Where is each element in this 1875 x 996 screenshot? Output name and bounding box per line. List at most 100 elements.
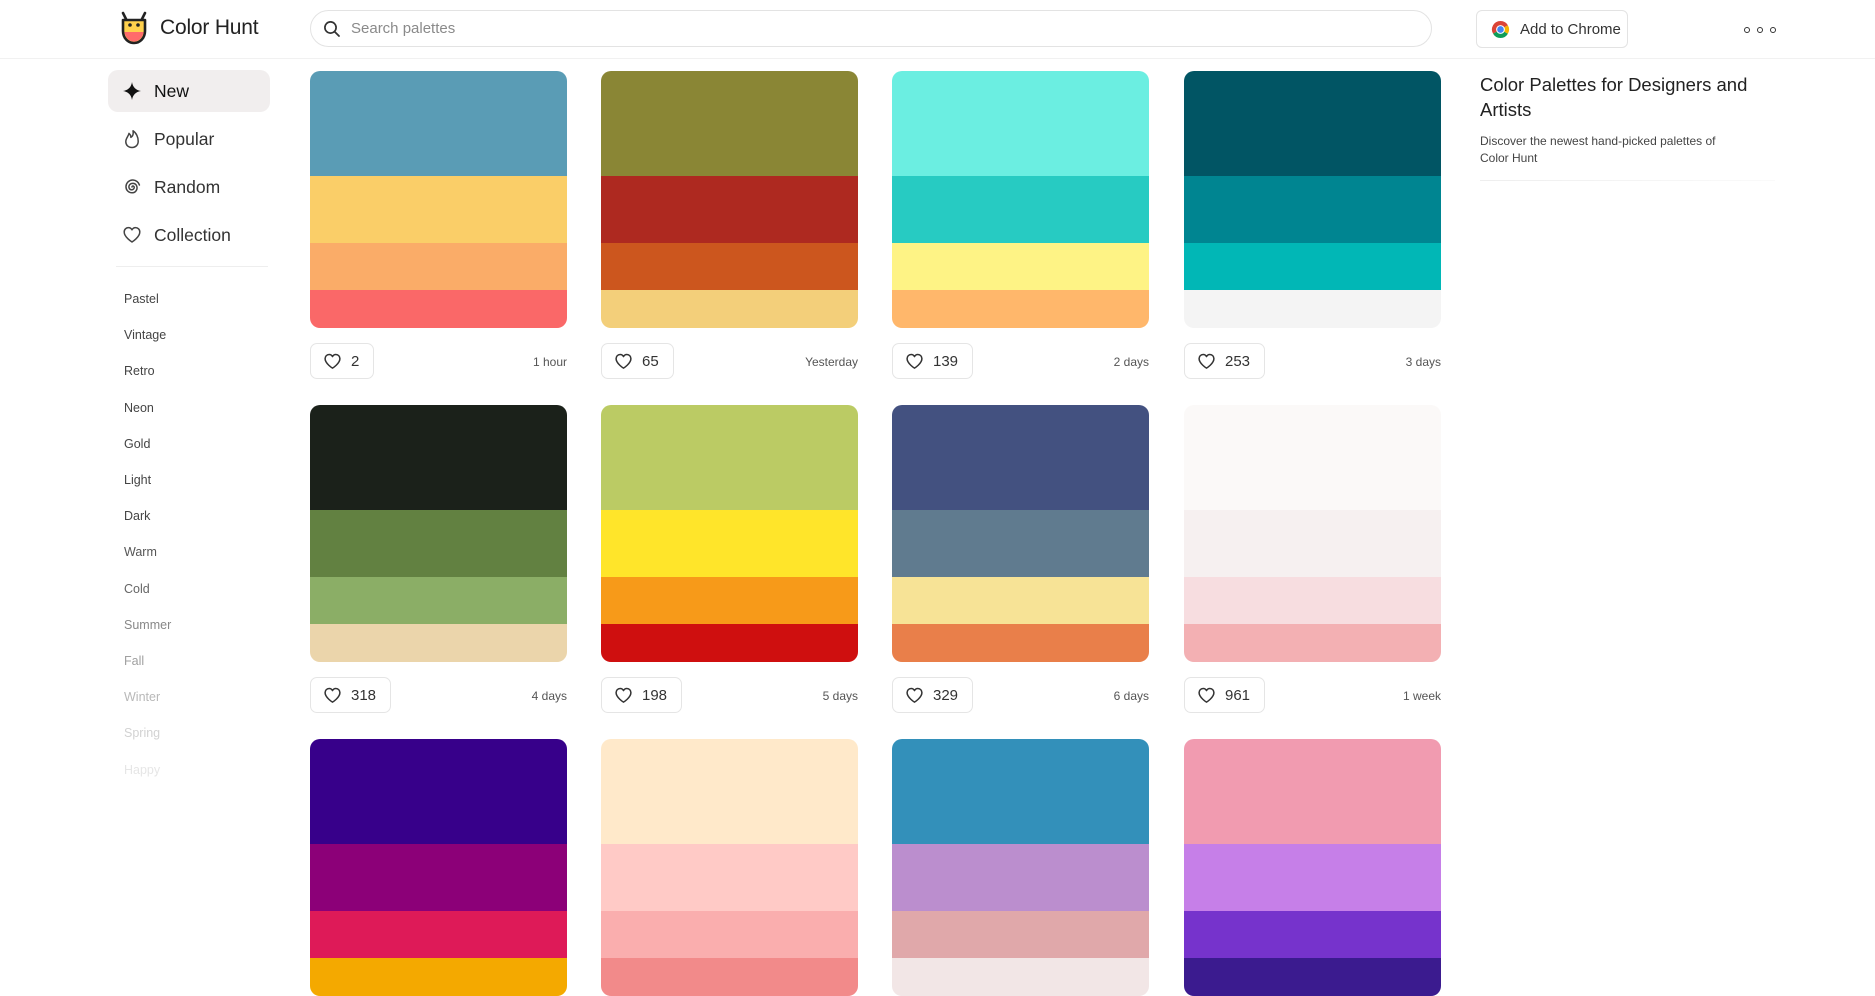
palette-swatch[interactable] xyxy=(892,405,1149,662)
like-button[interactable]: 253 xyxy=(1184,343,1266,379)
color-swatch[interactable] xyxy=(892,844,1149,911)
tag-item-winter[interactable]: Winter xyxy=(108,679,270,715)
color-swatch[interactable] xyxy=(310,405,567,510)
color-swatch[interactable] xyxy=(310,577,567,624)
palette-swatch[interactable] xyxy=(892,71,1149,328)
color-swatch[interactable] xyxy=(310,624,567,662)
palette-swatch[interactable] xyxy=(601,739,858,996)
like-button[interactable]: 198 xyxy=(601,677,683,713)
flame-icon xyxy=(125,130,139,149)
color-swatch[interactable] xyxy=(892,405,1149,510)
color-swatch[interactable] xyxy=(892,176,1149,243)
color-swatch[interactable] xyxy=(1184,290,1441,328)
color-swatch[interactable] xyxy=(1184,176,1441,243)
color-swatch[interactable] xyxy=(310,290,567,328)
more-options-icon[interactable] xyxy=(1744,20,1776,40)
add-to-chrome-button[interactable]: Add to Chrome xyxy=(1476,10,1628,48)
color-swatch[interactable] xyxy=(601,176,858,243)
tag-item-cold[interactable]: Cold xyxy=(108,571,270,607)
spiral-icon xyxy=(125,179,141,194)
color-swatch[interactable] xyxy=(601,911,858,958)
color-swatch[interactable] xyxy=(892,510,1149,577)
tag-item-happy[interactable]: Happy xyxy=(108,751,270,787)
sidebar-divider xyxy=(116,266,268,267)
color-swatch[interactable] xyxy=(892,243,1149,290)
color-swatch[interactable] xyxy=(601,243,858,290)
palette-swatch[interactable] xyxy=(310,71,567,328)
palette-card: 65 Yesterday xyxy=(601,71,858,388)
color-swatch[interactable] xyxy=(601,844,858,911)
like-button[interactable]: 139 xyxy=(892,343,974,379)
color-swatch[interactable] xyxy=(310,510,567,577)
color-swatch[interactable] xyxy=(1184,958,1441,996)
tag-item-gold[interactable]: Gold xyxy=(108,426,270,462)
color-swatch[interactable] xyxy=(310,844,567,911)
nav-item-popular[interactable]: Popular xyxy=(108,118,270,160)
like-button[interactable]: 961 xyxy=(1184,677,1266,713)
color-swatch[interactable] xyxy=(601,577,858,624)
color-swatch[interactable] xyxy=(892,958,1149,996)
search-input[interactable] xyxy=(349,19,1393,38)
palette-card: 2 1 hour xyxy=(310,71,567,388)
color-swatch[interactable] xyxy=(601,290,858,328)
tag-item-warm[interactable]: Warm xyxy=(108,534,270,570)
color-swatch[interactable] xyxy=(310,739,567,844)
palette-swatch[interactable] xyxy=(892,739,1149,996)
color-swatch[interactable] xyxy=(601,739,858,844)
tag-item-pastel[interactable]: Pastel xyxy=(108,281,270,317)
like-button[interactable]: 318 xyxy=(310,677,392,713)
color-swatch[interactable] xyxy=(601,510,858,577)
color-swatch[interactable] xyxy=(1184,624,1441,662)
tag-item-dark[interactable]: Dark xyxy=(108,498,270,534)
color-swatch[interactable] xyxy=(1184,577,1441,624)
color-swatch[interactable] xyxy=(892,577,1149,624)
palette-swatch[interactable] xyxy=(310,405,567,662)
tag-item-retro[interactable]: Retro xyxy=(108,353,270,389)
palette-swatch[interactable] xyxy=(601,71,858,328)
color-swatch[interactable] xyxy=(310,176,567,243)
tag-item-spring[interactable]: Spring xyxy=(108,715,270,751)
color-swatch[interactable] xyxy=(1184,844,1441,911)
color-swatch[interactable] xyxy=(1184,243,1441,290)
like-button[interactable]: 65 xyxy=(601,343,674,379)
color-swatch[interactable] xyxy=(892,911,1149,958)
color-swatch[interactable] xyxy=(1184,739,1441,844)
like-button[interactable]: 329 xyxy=(892,677,974,713)
color-swatch[interactable] xyxy=(1184,510,1441,577)
color-swatch[interactable] xyxy=(892,71,1149,176)
color-swatch[interactable] xyxy=(1184,405,1441,510)
tag-item-vintage[interactable]: Vintage xyxy=(108,317,270,353)
color-swatch[interactable] xyxy=(892,290,1149,328)
tag-item-fall[interactable]: Fall xyxy=(108,643,270,679)
tag-item-neon[interactable]: Neon xyxy=(108,390,270,426)
color-swatch[interactable] xyxy=(892,739,1149,844)
nav-item-new[interactable]: New xyxy=(108,70,270,112)
more-dot xyxy=(1770,27,1776,33)
like-count: 253 xyxy=(1225,352,1251,370)
nav-item-random[interactable]: Random xyxy=(108,166,270,208)
color-swatch[interactable] xyxy=(892,624,1149,662)
color-swatch[interactable] xyxy=(310,243,567,290)
palette-swatch[interactable] xyxy=(1184,739,1441,996)
color-swatch[interactable] xyxy=(601,958,858,996)
color-swatch[interactable] xyxy=(310,71,567,176)
color-swatch[interactable] xyxy=(310,958,567,996)
logo[interactable]: Color Hunt xyxy=(117,11,259,45)
sidebar: New Popular Random Collection Pastel Vint… xyxy=(108,70,270,788)
palette-swatch[interactable] xyxy=(310,739,567,996)
logo-text: Color Hunt xyxy=(160,16,259,39)
search-bar[interactable] xyxy=(310,10,1432,47)
like-button[interactable]: 2 xyxy=(310,343,375,379)
color-swatch[interactable] xyxy=(601,624,858,662)
tag-item-light[interactable]: Light xyxy=(108,462,270,498)
color-swatch[interactable] xyxy=(601,71,858,176)
nav-item-collection[interactable]: Collection xyxy=(108,214,270,256)
color-swatch[interactable] xyxy=(310,911,567,958)
color-swatch[interactable] xyxy=(1184,911,1441,958)
color-swatch[interactable] xyxy=(1184,71,1441,176)
palette-swatch[interactable] xyxy=(1184,405,1441,662)
color-swatch[interactable] xyxy=(601,405,858,510)
palette-swatch[interactable] xyxy=(1184,71,1441,328)
palette-swatch[interactable] xyxy=(601,405,858,662)
tag-item-summer[interactable]: Summer xyxy=(108,607,270,643)
